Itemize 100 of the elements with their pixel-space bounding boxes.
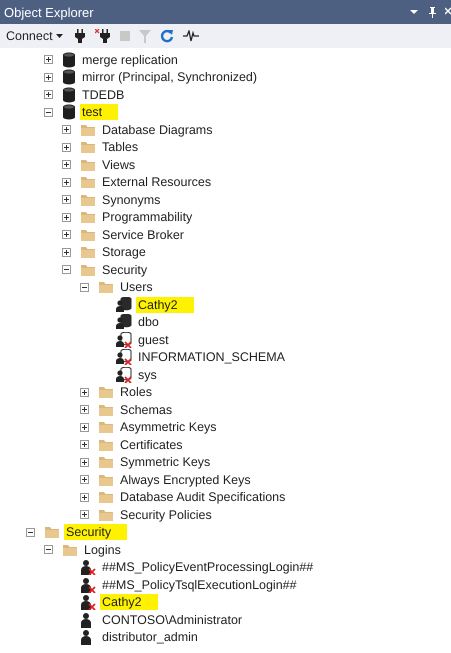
database-icon bbox=[62, 86, 76, 103]
disabled-user-icon bbox=[116, 332, 132, 348]
folder-icon bbox=[98, 455, 114, 470]
folder-icon bbox=[62, 542, 78, 557]
tree-node-label[interactable]: Service Broker bbox=[100, 226, 186, 243]
folder-icon bbox=[44, 525, 60, 540]
dropdown-icon[interactable] bbox=[409, 7, 419, 17]
tree-node-label[interactable]: sys bbox=[136, 366, 159, 383]
expand-icon[interactable] bbox=[80, 440, 89, 450]
expand-icon[interactable] bbox=[62, 142, 71, 152]
expand-icon[interactable] bbox=[80, 510, 89, 520]
folder-icon bbox=[98, 472, 114, 487]
tree-node-label[interactable]: mirror (Principal, Synchronized) bbox=[80, 69, 260, 86]
tree-node-label[interactable]: INFORMATION_SCHEMA bbox=[136, 349, 287, 366]
tree-node-label[interactable]: Cathy2 bbox=[100, 594, 158, 610]
tree-node-label[interactable]: Roles bbox=[118, 384, 154, 400]
collapse-icon[interactable] bbox=[62, 265, 71, 274]
close-icon[interactable] bbox=[445, 7, 451, 17]
refresh-icon[interactable] bbox=[160, 29, 174, 43]
expand-icon[interactable] bbox=[80, 405, 89, 414]
tree-node-label[interactable]: CONTOSO\Administrator bbox=[100, 612, 244, 628]
folder-icon bbox=[98, 280, 114, 294]
expand-icon[interactable] bbox=[62, 212, 71, 222]
pin-icon[interactable] bbox=[427, 6, 437, 18]
tree-node-label[interactable]: Storage bbox=[100, 244, 148, 260]
tree-node-label[interactable]: Symmetric Keys bbox=[118, 454, 212, 470]
folder-icon bbox=[98, 402, 114, 417]
tree-node-label[interactable]: ##MS_PolicyEventProcessingLogin## bbox=[100, 559, 316, 576]
tree-node-label[interactable]: Asymmetric Keys bbox=[118, 419, 219, 436]
disabled-user-icon bbox=[116, 366, 132, 383]
user-icon bbox=[116, 296, 132, 313]
tree-node-label[interactable]: ##MS_PolicyTsqlExecutionLogin## bbox=[100, 576, 299, 593]
tree-node-label[interactable]: guest bbox=[136, 332, 171, 348]
folder-icon bbox=[80, 262, 96, 277]
activity-monitor-icon[interactable] bbox=[182, 30, 199, 42]
expand-icon[interactable] bbox=[80, 475, 89, 484]
tree-node-label[interactable]: Users bbox=[118, 279, 155, 296]
collapse-icon[interactable] bbox=[44, 108, 53, 117]
tree-node-label[interactable]: Programmability bbox=[100, 209, 194, 226]
tree-node-label[interactable]: Tables bbox=[100, 139, 140, 156]
tree-node-label[interactable]: merge replication bbox=[80, 52, 180, 68]
tree-node-label[interactable]: Logins bbox=[82, 542, 123, 558]
folder-icon bbox=[98, 490, 114, 504]
expand-icon[interactable] bbox=[44, 90, 53, 100]
tree-node-label[interactable]: Views bbox=[100, 156, 138, 173]
folder-icon bbox=[80, 210, 96, 224]
disabled-login-icon bbox=[80, 594, 96, 610]
collapse-icon[interactable] bbox=[26, 528, 35, 537]
expand-icon[interactable] bbox=[80, 458, 89, 467]
collapse-icon[interactable] bbox=[80, 282, 89, 292]
disabled-login-icon bbox=[80, 559, 96, 576]
caret-icon bbox=[56, 34, 63, 38]
tree-node-label[interactable]: Always Encrypted Keys bbox=[118, 472, 253, 488]
folder-icon bbox=[80, 192, 96, 207]
tree-node-label[interactable]: Schemas bbox=[118, 402, 174, 418]
tree-node-label[interactable]: Certificates bbox=[118, 436, 185, 453]
folder-icon bbox=[98, 438, 114, 452]
folder-icon bbox=[80, 245, 96, 260]
tree-node-label[interactable]: TDEDB bbox=[80, 86, 126, 103]
folder-icon bbox=[98, 508, 114, 522]
tree-node-label[interactable]: Cathy2 bbox=[136, 296, 194, 313]
tree-node-label[interactable]: dbo bbox=[136, 314, 161, 330]
tree-node-label[interactable]: distributor_admin bbox=[100, 629, 200, 646]
folder-icon bbox=[80, 228, 96, 242]
expand-icon[interactable] bbox=[62, 230, 71, 240]
expand-icon[interactable] bbox=[62, 195, 71, 204]
expand-icon[interactable] bbox=[62, 125, 71, 134]
folder-icon bbox=[80, 140, 96, 154]
disabled-user-icon bbox=[116, 349, 132, 366]
tree-node-label[interactable]: test bbox=[80, 104, 118, 120]
folder-icon bbox=[80, 122, 96, 137]
folder-icon bbox=[98, 385, 114, 400]
expand-icon[interactable] bbox=[44, 72, 53, 82]
expand-icon[interactable] bbox=[62, 160, 71, 170]
tree-node-label[interactable]: Security bbox=[64, 524, 128, 540]
disabled-login-icon bbox=[80, 576, 96, 593]
folder-icon bbox=[80, 158, 96, 172]
plug-icon[interactable] bbox=[74, 29, 86, 43]
tree-node-label[interactable]: Database Audit Specifications bbox=[118, 489, 288, 506]
database-icon bbox=[62, 52, 76, 68]
folder-icon bbox=[98, 420, 114, 434]
expand-icon[interactable] bbox=[62, 248, 71, 257]
database-icon bbox=[62, 104, 76, 120]
tree-node-label[interactable]: Security Policies bbox=[118, 506, 214, 523]
tree-node-label[interactable]: Security bbox=[100, 262, 150, 278]
collapse-icon[interactable] bbox=[44, 545, 53, 554]
connect-button[interactable]: Connect bbox=[4, 27, 65, 45]
disconnect-icon[interactable] bbox=[94, 29, 111, 43]
expand-icon[interactable] bbox=[44, 55, 53, 64]
tree-node-label[interactable]: Database Diagrams bbox=[100, 122, 214, 138]
expand-icon[interactable] bbox=[80, 492, 89, 502]
database-icon bbox=[62, 69, 76, 86]
window-title: Object Explorer bbox=[4, 4, 95, 20]
expand-icon[interactable] bbox=[80, 388, 89, 397]
tree-node-label[interactable]: External Resources bbox=[100, 174, 214, 190]
expand-icon[interactable] bbox=[80, 422, 89, 432]
folder-icon bbox=[80, 175, 96, 190]
tree-node-label[interactable]: Synonyms bbox=[100, 192, 162, 208]
expand-icon[interactable] bbox=[62, 178, 71, 187]
user-icon bbox=[116, 314, 132, 330]
